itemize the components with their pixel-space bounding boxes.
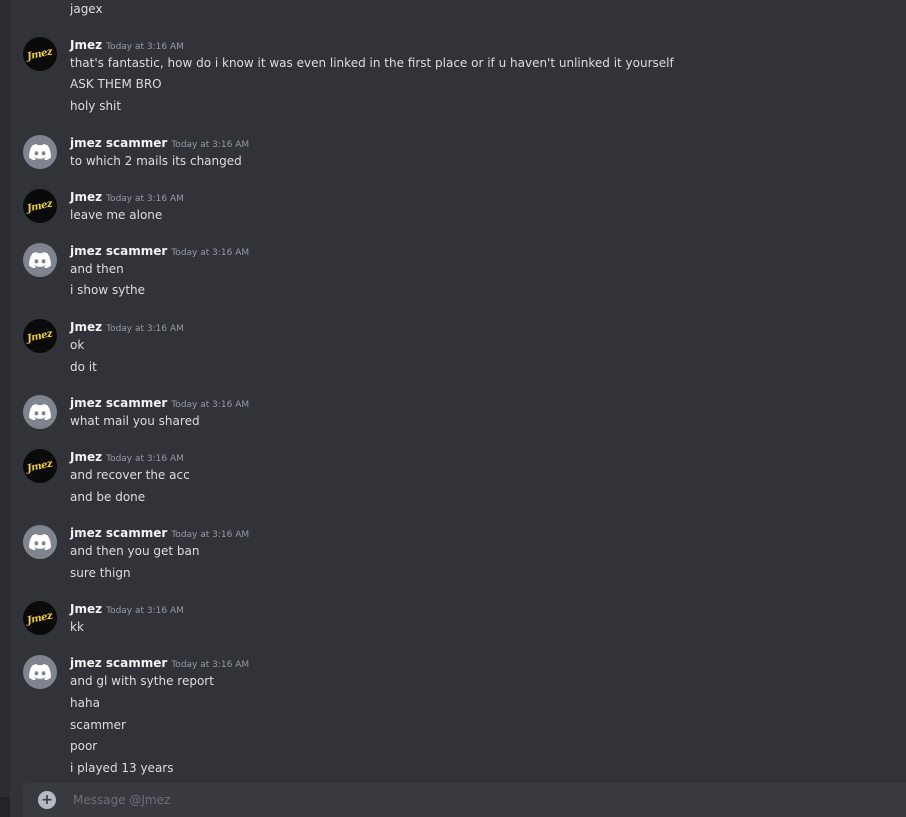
- message-line: and gl with sythe report: [70, 674, 214, 688]
- username[interactable]: jmez scammer: [70, 396, 167, 410]
- username[interactable]: jmez scammer: [70, 244, 167, 258]
- timestamp: Today at 3:16 AM: [171, 660, 250, 670]
- message-input[interactable]: [71, 792, 775, 808]
- message-line: and be done: [70, 490, 146, 504]
- message-line: scammer: [70, 718, 126, 732]
- avatar[interactable]: Jmez: [23, 37, 57, 71]
- jmez-logo-icon: Jmez: [26, 197, 54, 215]
- avatar[interactable]: [23, 395, 57, 429]
- sidebar-edge: [0, 0, 10, 817]
- chat-area: jagex Jmez Jmez Today at 3:16 AM that's f…: [10, 0, 906, 817]
- avatar[interactable]: Jmez: [23, 449, 57, 483]
- message-list: jagex Jmez Jmez Today at 3:16 AM that's f…: [10, 0, 906, 777]
- username[interactable]: Jmez: [70, 320, 102, 334]
- discord-logo-icon: [29, 664, 51, 680]
- username[interactable]: jmez scammer: [70, 526, 167, 540]
- timestamp: Today at 3:16 AM: [106, 324, 184, 334]
- avatar[interactable]: Jmez: [23, 601, 57, 635]
- message-header: Jmez Today at 3:16 AM: [70, 319, 184, 336]
- message-header: jmez scammer Today at 3:16 AM: [70, 655, 249, 672]
- timestamp: Today at 3:16 AM: [171, 140, 250, 150]
- sidebar-footer: [0, 797, 10, 817]
- avatar[interactable]: [23, 135, 57, 169]
- message-line: that's fantastic, how do i know it was e…: [70, 56, 674, 70]
- message-line: i show sythe: [70, 283, 146, 297]
- username[interactable]: jmez scammer: [70, 656, 167, 670]
- message-line: haha: [70, 696, 100, 710]
- message-composer: +: [23, 783, 906, 817]
- timestamp: Today at 3:16 AM: [106, 454, 184, 464]
- avatar[interactable]: [23, 655, 57, 689]
- timestamp: Today at 3:16 AM: [106, 606, 184, 616]
- username[interactable]: Jmez: [70, 190, 102, 204]
- username[interactable]: Jmez: [70, 602, 102, 616]
- message-header: jmez scammer Today at 3:16 AM: [70, 243, 249, 260]
- message-line: what mail you shared: [70, 414, 200, 428]
- timestamp: Today at 3:16 AM: [171, 400, 250, 410]
- message-line: ok: [70, 338, 85, 352]
- message-line: leave me alone: [70, 208, 163, 222]
- jmez-logo-icon: Jmez: [26, 609, 54, 627]
- timestamp: Today at 3:16 AM: [106, 194, 184, 204]
- discord-logo-icon: [29, 534, 51, 550]
- message-header: jmez scammer Today at 3:16 AM: [70, 135, 249, 152]
- message-line: sure thign: [70, 566, 131, 580]
- avatar[interactable]: [23, 525, 57, 559]
- discord-window: jagex Jmez Jmez Today at 3:16 AM that's f…: [0, 0, 906, 817]
- jmez-logo-icon: Jmez: [26, 45, 54, 63]
- message-line: ASK THEM BRO: [70, 77, 162, 91]
- message-header: jmez scammer Today at 3:16 AM: [70, 525, 249, 542]
- message-line: kk: [70, 620, 84, 634]
- message-line: and then: [70, 262, 124, 276]
- message-header: jmez scammer Today at 3:16 AM: [70, 395, 249, 412]
- message-line: to which 2 mails its changed: [70, 154, 242, 168]
- message-line: jagex: [70, 2, 103, 16]
- discord-logo-icon: [29, 404, 51, 420]
- message-line: and recover the acc: [70, 468, 190, 482]
- discord-logo-icon: [29, 252, 51, 268]
- username[interactable]: Jmez: [70, 450, 102, 464]
- discord-logo-icon: [29, 144, 51, 160]
- message-line: i played 13 years: [70, 761, 174, 775]
- avatar[interactable]: Jmez: [23, 319, 57, 353]
- message-line: and then you get ban: [70, 544, 200, 558]
- timestamp: Today at 3:16 AM: [106, 42, 184, 52]
- avatar[interactable]: Jmez: [23, 189, 57, 223]
- avatar[interactable]: [23, 243, 57, 277]
- jmez-logo-icon: Jmez: [26, 327, 54, 345]
- timestamp: Today at 3:16 AM: [171, 248, 250, 258]
- timestamp: Today at 3:16 AM: [171, 530, 250, 540]
- message-header: Jmez Today at 3:16 AM: [70, 601, 184, 618]
- message-header: Jmez Today at 3:16 AM: [70, 449, 184, 466]
- message-line: do it: [70, 360, 97, 374]
- jmez-logo-icon: Jmez: [26, 457, 54, 475]
- message-header: Jmez Today at 3:16 AM: [70, 37, 184, 54]
- plus-circle-icon[interactable]: +: [38, 791, 56, 809]
- message-line: holy shit: [70, 99, 122, 113]
- message-line: poor: [70, 739, 98, 753]
- username[interactable]: jmez scammer: [70, 136, 167, 150]
- message-header: Jmez Today at 3:16 AM: [70, 189, 184, 206]
- username[interactable]: Jmez: [70, 38, 102, 52]
